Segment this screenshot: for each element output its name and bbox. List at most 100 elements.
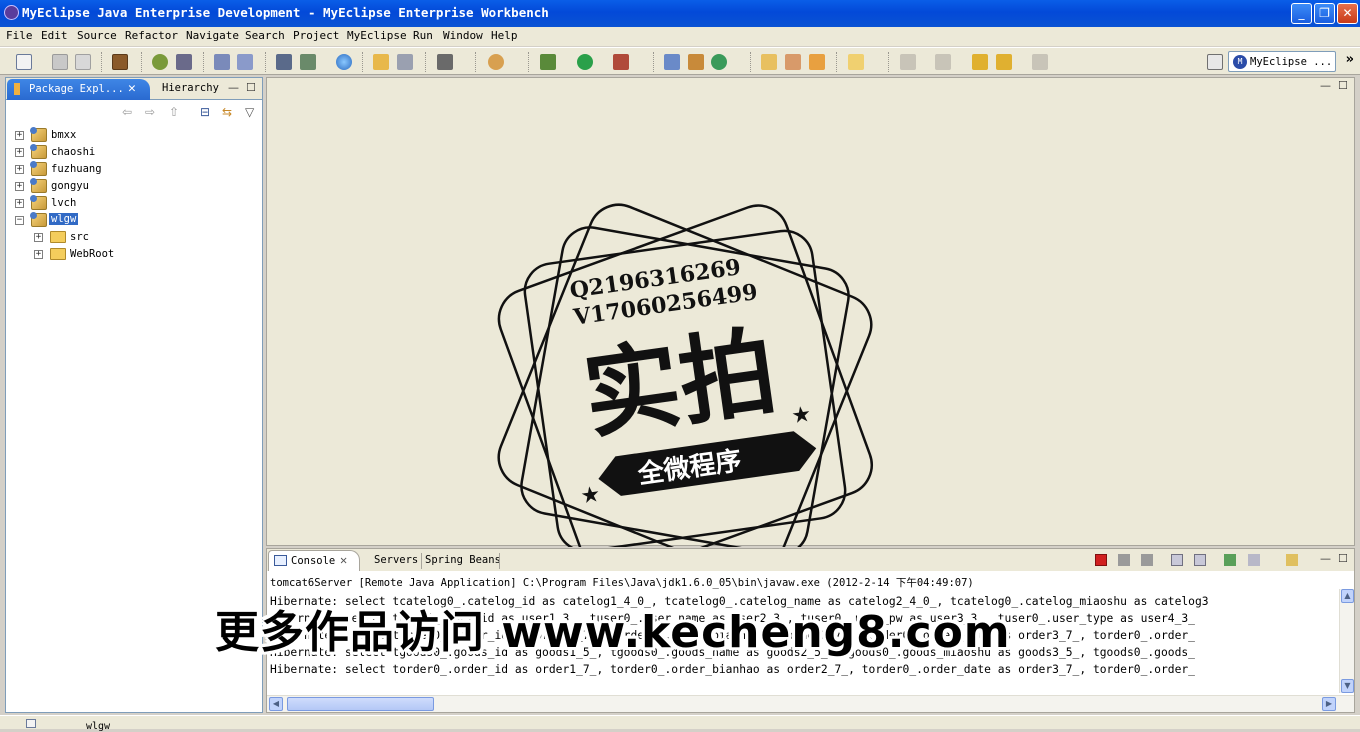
- maximize-view-button[interactable]: ☐: [246, 81, 256, 94]
- menu-window[interactable]: Window: [443, 29, 483, 42]
- open-folder-icon[interactable]: [373, 54, 389, 70]
- new-class-icon[interactable]: [488, 54, 504, 70]
- tab-hierarchy[interactable]: Hierarchy: [162, 82, 219, 94]
- tab-servers[interactable]: Servers: [374, 554, 418, 566]
- tab-close-icon[interactable]: ✕: [340, 553, 347, 567]
- menu-navigate[interactable]: Navigate: [186, 29, 239, 42]
- back-nav-icon[interactable]: ⇦: [122, 105, 132, 119]
- save-icon[interactable]: [52, 54, 68, 70]
- horizontal-scroll-thumb[interactable]: [287, 697, 434, 711]
- tree-item-gongyu[interactable]: + gongyu: [6, 178, 256, 195]
- console-minimize-button[interactable]: —: [1320, 552, 1331, 565]
- forward-nav-icon[interactable]: ⇨: [145, 105, 155, 119]
- search-web-icon[interactable]: [237, 54, 253, 70]
- expand-icon[interactable]: +: [15, 131, 24, 140]
- fast-view-icon[interactable]: [26, 719, 36, 728]
- menu-myeclipse[interactable]: MyEclipse: [347, 29, 407, 42]
- open-task-icon[interactable]: [688, 54, 704, 70]
- tree-item-src[interactable]: + src: [6, 229, 256, 246]
- expand-icon[interactable]: +: [34, 250, 43, 259]
- expand-icon[interactable]: +: [15, 148, 24, 157]
- expand-icon[interactable]: +: [15, 182, 24, 191]
- pen-icon[interactable]: [785, 54, 801, 70]
- menu-edit[interactable]: Edit: [41, 29, 68, 42]
- pin-console-icon[interactable]: [1224, 554, 1236, 566]
- menu-file[interactable]: File: [6, 29, 33, 42]
- new-icon[interactable]: [16, 54, 32, 70]
- remove-launch-icon[interactable]: [1118, 554, 1130, 566]
- globe-icon[interactable]: [336, 54, 352, 70]
- clean-icon[interactable]: [397, 54, 413, 70]
- expand-icon[interactable]: +: [34, 233, 43, 242]
- debug-icon[interactable]: [540, 54, 556, 70]
- console-maximize-button[interactable]: ☐: [1338, 552, 1348, 565]
- run-external-icon[interactable]: [613, 54, 629, 70]
- menu-source[interactable]: Source: [77, 29, 117, 42]
- menu-help[interactable]: Help: [491, 29, 518, 42]
- menu-refactor[interactable]: Refactor: [125, 29, 178, 42]
- scroll-lock-icon[interactable]: [1194, 554, 1206, 566]
- tree-item-bmxx[interactable]: + bmxx: [6, 127, 256, 144]
- last-edit-icon[interactable]: [972, 54, 988, 70]
- up-nav-icon[interactable]: ⇧: [169, 105, 179, 119]
- menu-run[interactable]: Run: [413, 29, 433, 42]
- refresh-icon[interactable]: [711, 54, 727, 70]
- prev-annotation-icon[interactable]: [935, 54, 951, 70]
- clear-console-icon[interactable]: [1171, 554, 1183, 566]
- tab-spring-beans[interactable]: Spring Beans: [425, 554, 501, 566]
- back-icon[interactable]: [996, 54, 1012, 70]
- restore-button[interactable]: ❐: [1314, 3, 1335, 24]
- tree-item-label: chaoshi: [51, 146, 96, 158]
- tab-close-icon[interactable]: ✕: [128, 81, 136, 96]
- debug-server-icon[interactable]: [152, 54, 168, 70]
- status-selection: wlgw: [86, 721, 111, 732]
- collapse-icon[interactable]: −: [15, 216, 24, 225]
- new-ejb-icon[interactable]: [300, 54, 316, 70]
- menu-search[interactable]: Search: [245, 29, 285, 42]
- menu-project[interactable]: Project: [293, 29, 339, 42]
- open-project-icon[interactable]: [761, 54, 777, 70]
- scroll-down-icon[interactable]: ▼: [1341, 679, 1354, 693]
- tab-package-explorer[interactable]: Package Expl... ✕: [7, 79, 150, 100]
- vertical-scrollbar[interactable]: ▲ ▼: [1339, 589, 1354, 693]
- stamp-main-text: 实拍: [577, 315, 783, 453]
- expand-icon[interactable]: +: [15, 199, 24, 208]
- web-browser-icon[interactable]: [214, 54, 230, 70]
- open-console-icon[interactable]: [1286, 554, 1298, 566]
- view-menu-icon[interactable]: ▽: [245, 105, 254, 119]
- print-icon[interactable]: [75, 54, 91, 70]
- display-console-icon[interactable]: [1248, 554, 1260, 566]
- minimize-view-button[interactable]: —: [228, 81, 239, 94]
- annotation-icon[interactable]: [809, 54, 825, 70]
- horizontal-scrollbar[interactable]: ◀ ▶: [267, 695, 1354, 712]
- expand-icon[interactable]: +: [15, 165, 24, 174]
- tree-item-wlgw[interactable]: − wlgw: [6, 212, 256, 229]
- watermark-stamp: Q2196316269 V17060256499 实拍 全微程序 ★ ★: [497, 203, 873, 547]
- tab-console[interactable]: Console ✕: [268, 550, 360, 571]
- perspective-switcher[interactable]: M MyEclipse ...: [1228, 51, 1336, 72]
- next-annotation-icon[interactable]: [900, 54, 916, 70]
- close-button[interactable]: ✕: [1337, 3, 1358, 24]
- tree-item-webroot[interactable]: + WebRoot: [6, 246, 256, 263]
- minimize-button[interactable]: _: [1291, 3, 1312, 24]
- server-icon[interactable]: [176, 54, 192, 70]
- new-web-project-icon[interactable]: [276, 54, 292, 70]
- deploy-icon[interactable]: [112, 54, 128, 70]
- perspective-overflow-button[interactable]: »: [1346, 52, 1354, 67]
- scroll-up-icon[interactable]: ▲: [1341, 589, 1354, 603]
- file-folder-icon[interactable]: [848, 54, 864, 70]
- collapse-all-icon[interactable]: ⊟: [200, 105, 210, 119]
- forward-icon[interactable]: [1032, 54, 1048, 70]
- open-perspective-icon[interactable]: [1207, 54, 1223, 70]
- link-with-editor-icon[interactable]: ⇆: [222, 105, 232, 119]
- remove-all-icon[interactable]: [1141, 554, 1153, 566]
- terminate-icon[interactable]: [1095, 554, 1107, 566]
- tree-item-fuzhuang[interactable]: + fuzhuang: [6, 161, 256, 178]
- run-icon[interactable]: [577, 54, 593, 70]
- scroll-right-icon[interactable]: ▶: [1322, 697, 1336, 711]
- scroll-left-icon[interactable]: ◀: [269, 697, 283, 711]
- tree-item-lvch[interactable]: + lvch: [6, 195, 256, 212]
- open-type-icon[interactable]: [664, 54, 680, 70]
- external-tools-icon[interactable]: [437, 54, 453, 70]
- tree-item-chaoshi[interactable]: + chaoshi: [6, 144, 256, 161]
